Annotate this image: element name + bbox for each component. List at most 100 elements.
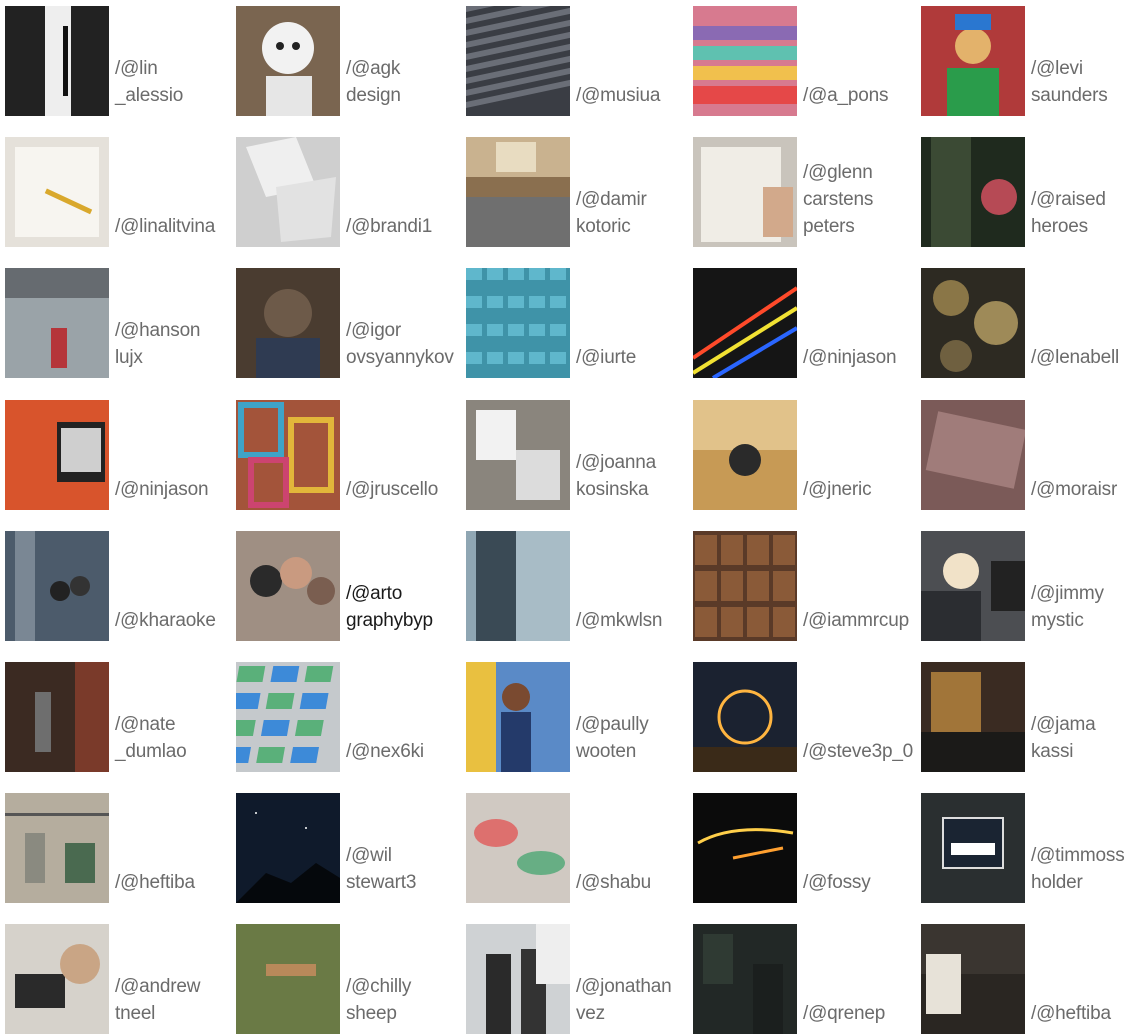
grand-central-photo-icon[interactable]	[466, 137, 570, 247]
credit-handle[interactable]: /@glenn carstens peters	[803, 159, 873, 240]
credit-handle[interactable]: /@levi saunders	[1031, 55, 1108, 109]
credit-handle-line: /@lin	[115, 58, 158, 79]
credit-handle[interactable]: /@jruscello	[346, 476, 438, 503]
graffiti-wall-photo-icon[interactable]	[466, 662, 570, 772]
coffee-pour-photo-icon[interactable]	[5, 662, 109, 772]
train-window-photo-icon[interactable]	[921, 137, 1025, 247]
credit-handle[interactable]: /@jama kassi	[1031, 711, 1096, 765]
credit-handle[interactable]: /@paully wooten	[576, 711, 649, 765]
quad-bike-photo-icon[interactable]	[693, 400, 797, 510]
neon-bar-photo-icon[interactable]	[921, 662, 1025, 772]
credit-handle-line: design	[346, 85, 401, 106]
credit-handle[interactable]: /@joanna kosinska	[576, 449, 656, 503]
credit-handle[interactable]: /@steve3p_0	[803, 738, 913, 765]
credit-handle[interactable]: /@chilly sheep	[346, 973, 411, 1027]
credit-handle[interactable]: /@moraisr	[1031, 476, 1117, 503]
writing-notebook-photo-icon[interactable]	[693, 137, 797, 247]
steel-wool-photo-icon[interactable]	[693, 662, 797, 772]
whiteboard-men-photo-icon[interactable]	[466, 924, 570, 1034]
credit-handle[interactable]: /@lenabell	[1031, 344, 1119, 371]
credit-handle[interactable]: /@heftiba	[1031, 1000, 1111, 1027]
credit-handle[interactable]: /@timmoss holder	[1031, 842, 1125, 896]
credit-handle[interactable]: /@brandi1	[346, 213, 432, 240]
stadium-seats-photo-icon[interactable]	[466, 6, 570, 116]
credit-handle-line: /@levi	[1031, 58, 1083, 79]
credit-handle-line: /@jneric	[803, 479, 872, 500]
neon-lines-photo-icon[interactable]	[693, 268, 797, 378]
credit-handle-line: /@paully	[576, 714, 649, 735]
credit-handle-line: /@wil	[346, 845, 392, 866]
white-papers-photo-icon[interactable]	[236, 137, 340, 247]
credit-handle[interactable]: /@fossy	[803, 869, 871, 896]
credit-handle[interactable]: /@jimmy mystic	[1031, 580, 1104, 634]
colorful-frames-photo-icon[interactable]	[236, 400, 340, 510]
friends-group-photo-icon[interactable]	[236, 531, 340, 641]
credit-handle[interactable]: /@kharaoke	[115, 607, 216, 634]
blue-lego-photo-icon[interactable]	[466, 268, 570, 378]
credit-handle[interactable]: /@jneric	[803, 476, 872, 503]
credit-handle[interactable]: /@hanson lujx	[115, 317, 201, 371]
credit-handle-line: saunders	[1031, 85, 1108, 106]
credit-handle[interactable]: /@musiua	[576, 82, 660, 109]
credit-handle[interactable]: /@linalitvina	[115, 213, 215, 240]
typeset-blocks-photo-icon[interactable]	[693, 531, 797, 641]
building-sky-photo-icon[interactable]	[466, 531, 570, 641]
old-photos-photo-icon[interactable]	[466, 400, 570, 510]
robot-photo-icon[interactable]	[236, 6, 340, 116]
subway-station-photo-icon[interactable]	[5, 268, 109, 378]
cliff-legs-photo-icon[interactable]	[236, 924, 340, 1034]
blurred-colors-photo-icon[interactable]	[466, 793, 570, 903]
credit-handle[interactable]: /@wil stewart3	[346, 842, 416, 896]
credit-handle[interactable]: /@agk design	[346, 55, 401, 109]
desk-pencil-photo-icon[interactable]	[5, 137, 109, 247]
neon-sign-photo-icon[interactable]	[693, 793, 797, 903]
credit-handle[interactable]: /@nate _dumlao	[115, 711, 187, 765]
dark-door-photo-icon[interactable]	[5, 6, 109, 116]
credit-handle[interactable]: /@ninjason	[803, 344, 897, 371]
paper-fan-photo-icon[interactable]	[693, 6, 797, 116]
building-windows-photo-icon[interactable]	[236, 662, 340, 772]
credit-handle[interactable]: /@igor ovsyannykov	[346, 317, 454, 371]
credit-handle-line: /@heftiba	[115, 872, 195, 893]
credit-handle-line: /@agk	[346, 58, 401, 79]
credit-handle-line: /@glenn	[803, 162, 873, 183]
woman-glasses-photo-icon[interactable]	[921, 531, 1025, 641]
globes-photo-icon[interactable]	[921, 268, 1025, 378]
credit-handle-line: /@a_pons	[803, 85, 889, 106]
credit-handle[interactable]: /@ninjason	[115, 476, 209, 503]
credit-handle[interactable]: /@shabu	[576, 869, 651, 896]
cafe-interior-photo-icon[interactable]	[5, 793, 109, 903]
credit-handle-line: mystic	[1031, 610, 1084, 631]
vintage-text-photo-icon[interactable]	[921, 400, 1025, 510]
photo-credit-grid: /@lin _alessio /@agk design /@musiua /@a_pons…	[0, 0, 1139, 1034]
credit-handle[interactable]: /@qrenep	[803, 1000, 885, 1027]
credit-handle[interactable]: /@iammrcup	[803, 607, 909, 634]
credit-handle-line: /@jonathan	[576, 976, 672, 997]
credit-handle[interactable]: /@jonathan vez	[576, 973, 672, 1027]
night-sky-photo-icon[interactable]	[236, 793, 340, 903]
dark-street-photo-icon[interactable]	[693, 924, 797, 1034]
credit-handle-line: /@andrew	[115, 976, 201, 997]
closed-sign-photo-icon[interactable]	[921, 793, 1025, 903]
credit-handle[interactable]: /@a_pons	[803, 82, 889, 109]
orange-wall-window-photo-icon[interactable]	[5, 400, 109, 510]
credit-handle[interactable]: /@iurte	[576, 344, 636, 371]
credit-handle[interactable]: /@arto graphybyp	[346, 580, 433, 634]
credit-handle[interactable]: /@damir kotoric	[576, 186, 647, 240]
credit-handle[interactable]: /@heftiba	[115, 869, 195, 896]
city-crowd-photo-icon[interactable]	[5, 531, 109, 641]
credit-handle-line: kosinska	[576, 479, 649, 500]
clown-photo-icon[interactable]	[921, 6, 1025, 116]
credit-handle-line: peters	[803, 216, 855, 237]
credit-handle-line: /@jama	[1031, 714, 1096, 735]
credit-handle-line: _dumlao	[115, 741, 187, 762]
credit-handle[interactable]: /@mkwlsn	[576, 607, 663, 634]
credit-handle[interactable]: /@raised heroes	[1031, 186, 1106, 240]
reading-man-photo-icon[interactable]	[921, 924, 1025, 1034]
credit-handle[interactable]: /@andrew tneel	[115, 973, 200, 1027]
laptop-woman-photo-icon[interactable]	[5, 924, 109, 1034]
credit-handle-line: /@iurte	[576, 347, 637, 368]
credit-handle[interactable]: /@lin _alessio	[115, 55, 183, 109]
credit-handle[interactable]: /@nex6ki	[346, 738, 424, 765]
photographer-photo-icon[interactable]	[236, 268, 340, 378]
